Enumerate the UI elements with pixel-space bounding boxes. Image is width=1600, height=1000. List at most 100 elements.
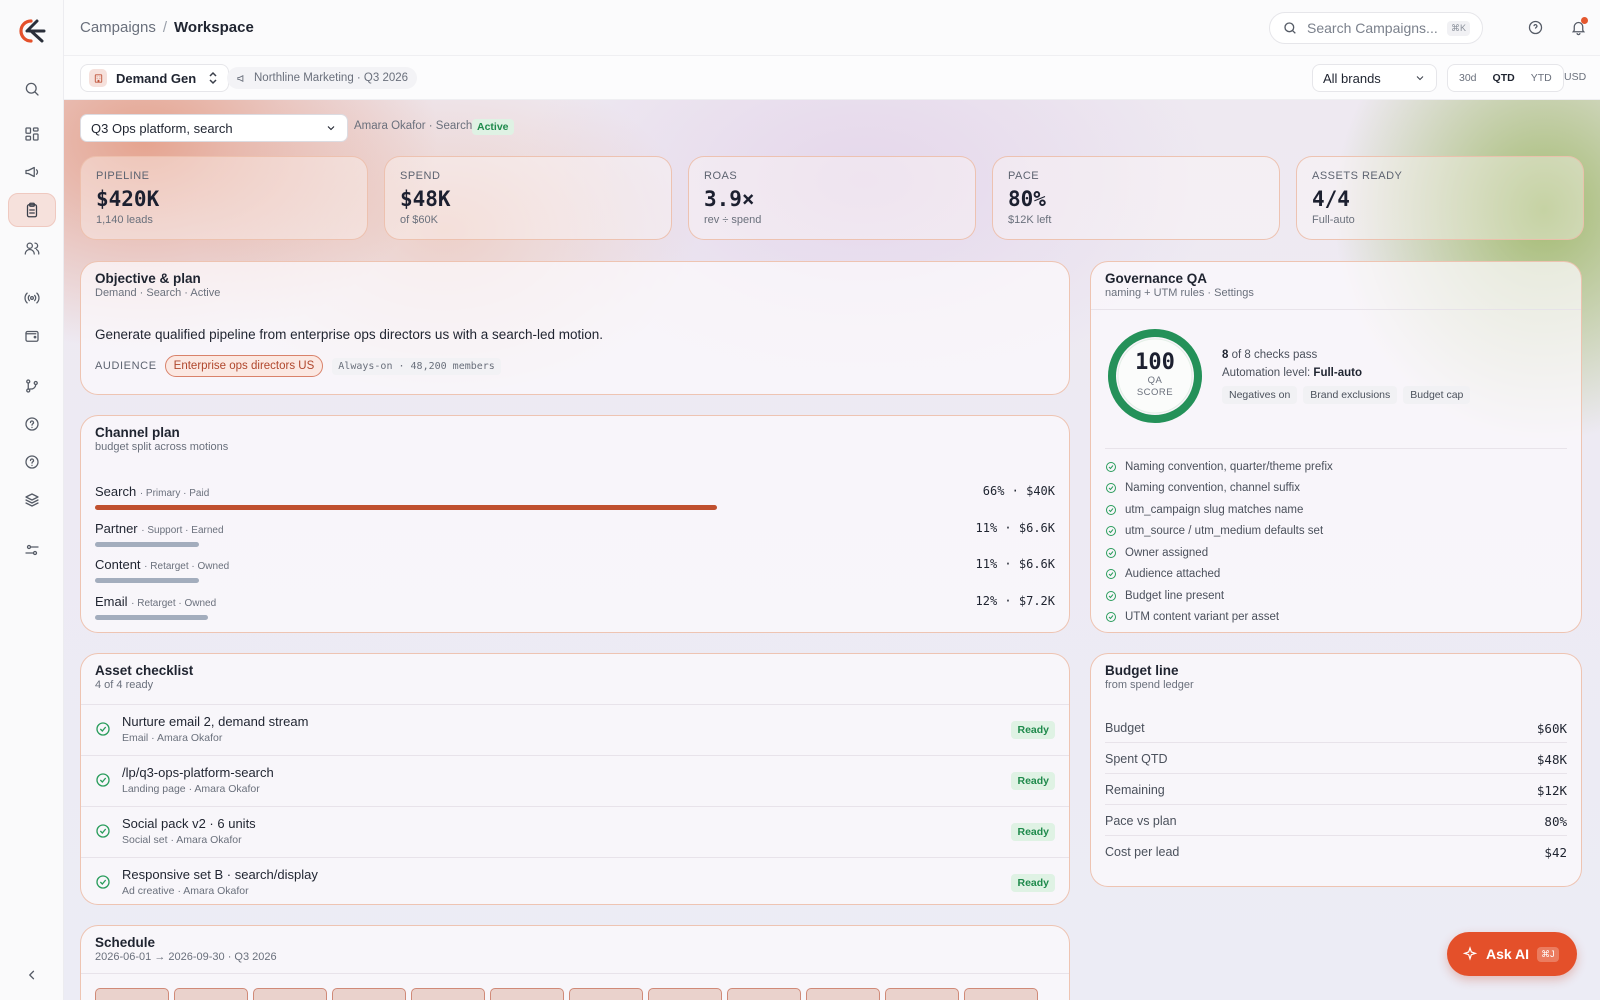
asset-row[interactable]: /lp/q3-ops-platform-search Landing page ·…	[81, 755, 1069, 806]
asset-meta: Ad creative · Amara Okafor	[122, 885, 249, 897]
card-subtitle: 4 of 4 ready	[95, 679, 154, 691]
schedule-cell[interactable]	[569, 988, 643, 1000]
campaign-select-value: Q3 Ops platform, search	[91, 120, 233, 136]
check-circle-icon	[95, 772, 111, 788]
kpi-label: PIPELINE	[96, 170, 150, 182]
nav-clipboard-icon[interactable]	[8, 193, 56, 227]
breadcrumb-workspace: Workspace	[174, 19, 254, 36]
schedule-cell[interactable]	[253, 988, 327, 1000]
card-subtitle: budget split across motions	[95, 441, 229, 453]
building-icon	[89, 69, 107, 87]
breadcrumb: Campaigns / Workspace	[80, 19, 254, 36]
audience-row: AUDIENCE Enterprise ops directors US Alw…	[95, 355, 501, 377]
nav-wallet-icon[interactable]	[8, 319, 56, 353]
channel-bar	[95, 541, 199, 547]
kpi-sub: of $60K	[400, 214, 438, 226]
qa-check-label: Naming convention, quarter/theme prefix	[1125, 460, 1333, 473]
nav-settings-sliders-icon[interactable]	[8, 533, 56, 567]
audience-pill[interactable]: Enterprise ops directors US	[164, 355, 324, 377]
range-qtd[interactable]: QTD	[1485, 68, 1523, 88]
asset-row[interactable]: Social pack v2 · 6 units Social set · Ama…	[81, 806, 1069, 857]
qa-check-item: Audience attached	[1105, 564, 1567, 586]
nav-broadcast-icon[interactable]	[8, 281, 56, 315]
schedule-cell[interactable]	[411, 988, 485, 1000]
channel-row[interactable]: Content · Retarget · Owned 11% · $6.6K	[95, 557, 1055, 587]
breadcrumb-campaigns[interactable]: Campaigns	[80, 19, 156, 36]
collapse-sidebar-icon[interactable]	[8, 958, 56, 992]
budget-value: $12K	[1536, 783, 1567, 798]
asset-meta: Landing page · Amara Okafor	[122, 783, 260, 795]
qa-tag: Brand exclusions	[1303, 386, 1398, 404]
channel-row[interactable]: Search · Primary · Paid 66% · $40K	[95, 484, 1055, 514]
schedule-cell[interactable]	[806, 988, 880, 1000]
currency-label[interactable]: USD	[1564, 71, 1586, 83]
kpi-sub: 1,140 leads	[96, 214, 153, 226]
nav-users-icon[interactable]	[8, 231, 56, 265]
notifications-bell-icon[interactable]	[1567, 16, 1589, 38]
budget-label: Budget	[1105, 721, 1145, 735]
qa-score: 100 QA SCORE	[1107, 328, 1203, 424]
qa-check-list: Naming convention, quarter/theme prefix N…	[1105, 448, 1567, 628]
schedule-cell[interactable]	[490, 988, 564, 1000]
channel-row[interactable]: Partner · Support · Earned 11% · $6.6K	[95, 521, 1055, 551]
qa-check-item: Naming convention, channel suffix	[1105, 478, 1567, 500]
nav-git-branch-icon[interactable]	[8, 369, 56, 403]
qa-tag: Budget cap	[1403, 386, 1471, 404]
nav-help-icon[interactable]	[8, 445, 56, 479]
top-bar: Campaigns / Workspace Search Campaigns... …	[64, 0, 1600, 56]
asset-status-badge: Ready	[1011, 874, 1055, 892]
qa-check-label: utm_source / utm_medium defaults set	[1125, 525, 1324, 538]
schedule-timeline	[95, 988, 1038, 1000]
chevron-down-icon	[1416, 76, 1424, 81]
range-30d[interactable]: 30d	[1451, 68, 1485, 88]
kpi-label: PACE	[1008, 170, 1040, 182]
workspace-switcher[interactable]: Demand Gen	[80, 64, 230, 92]
sidebar	[0, 0, 64, 1000]
schedule-cell[interactable]	[727, 988, 801, 1000]
channel-share: 11% · $6.6K	[975, 557, 1055, 571]
campaign-select[interactable]: Q3 Ops platform, search	[80, 114, 348, 142]
app-logo[interactable]	[18, 18, 46, 44]
card-subtitle[interactable]: naming + UTM rules · Settings	[1105, 287, 1567, 299]
campaign-owner: Amara Okafor · Search	[354, 120, 473, 132]
ask-ai-button[interactable]: Ask AI ⌘J	[1447, 932, 1577, 976]
card-title: Schedule	[95, 935, 156, 950]
kpi-sub: rev ÷ spend	[704, 214, 762, 226]
schedule-cell[interactable]	[332, 988, 406, 1000]
search-input[interactable]: Search Campaigns... ⌘K	[1269, 12, 1483, 44]
nav-megaphone-icon[interactable]	[8, 155, 56, 189]
kpi-assets-ready: ASSETS READY 4/4 Full-auto	[1296, 156, 1584, 240]
chevron-down-icon	[327, 126, 335, 131]
budget-value: $48K	[1536, 752, 1567, 767]
budget-line-card: Budget line from spend ledger Budget $60K S…	[1090, 653, 1582, 887]
qa-check-label: Owner assigned	[1125, 546, 1209, 559]
card-title: Asset checklist	[95, 663, 194, 678]
channel-row[interactable]: Email · Retarget · Owned 12% · $7.2K	[95, 594, 1055, 624]
schedule-cell[interactable]	[964, 988, 1038, 1000]
budget-row: Remaining $12K	[1105, 774, 1567, 805]
nav-help-circle-icon[interactable]	[8, 407, 56, 441]
budget-label: Remaining	[1105, 783, 1165, 797]
channel-share: 11% · $6.6K	[975, 520, 1055, 535]
asset-name: Responsive set B · search/display	[122, 867, 318, 882]
card-subtitle: Demand · Search · Active	[95, 287, 221, 299]
channel-bar	[95, 505, 717, 510]
help-icon[interactable]	[1524, 16, 1546, 38]
qa-check-label: Audience attached	[1125, 568, 1221, 581]
org-period-tag: Northline Marketing · Q3 2026	[227, 67, 418, 89]
card-title: Channel plan	[95, 425, 180, 440]
search-shortcut: ⌘K	[1446, 20, 1470, 36]
nav-dashboard-icon[interactable]	[8, 117, 56, 151]
asset-name: Nurture email 2, demand stream	[122, 714, 309, 729]
nav-layers-icon[interactable]	[8, 483, 56, 517]
schedule-cell[interactable]	[95, 988, 169, 1000]
schedule-cell[interactable]	[174, 988, 248, 1000]
range-ytd[interactable]: YTD	[1523, 68, 1560, 88]
schedule-cell[interactable]	[648, 988, 722, 1000]
brand-filter-select[interactable]: All brands	[1312, 64, 1437, 92]
nav-search-icon[interactable]	[8, 72, 56, 106]
schedule-cell[interactable]	[885, 988, 959, 1000]
asset-row[interactable]: Nurture email 2, demand stream Email · Am…	[81, 704, 1069, 755]
asset-row[interactable]: Responsive set B · search/display Ad crea…	[81, 857, 1069, 904]
org-period-text: Northline Marketing · Q3 2026	[254, 72, 409, 84]
